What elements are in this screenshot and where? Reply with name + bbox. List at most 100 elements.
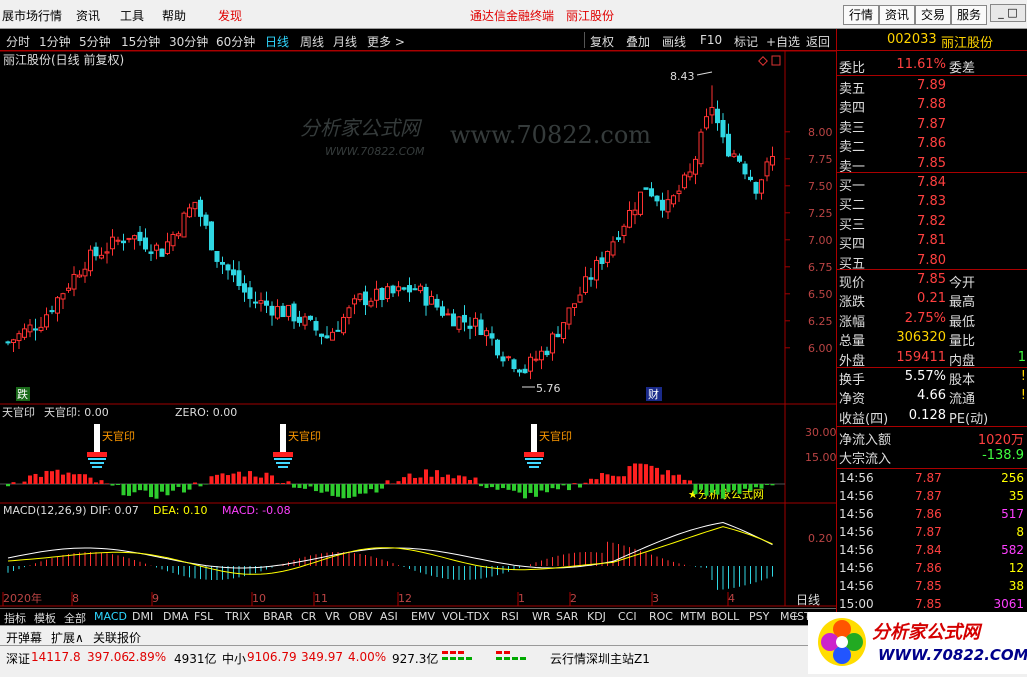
danmaku-button[interactable]: 开弹幕 bbox=[6, 629, 42, 646]
indicator1-bar-up bbox=[55, 469, 60, 484]
indicator1-bar-up bbox=[105, 483, 109, 484]
indicator-tab-macd[interactable]: MACD bbox=[94, 610, 127, 623]
indicator-tab-trix[interactable]: TRIX bbox=[225, 610, 250, 623]
overlay-button[interactable]: 叠加 bbox=[626, 33, 650, 50]
indicator-tab-vr[interactable]: VR bbox=[325, 610, 340, 623]
stat-row[interactable]: 涨跌 0.21 最高 bbox=[837, 290, 1027, 310]
indicator-tab-fsl[interactable]: FSL bbox=[194, 610, 213, 623]
indicator-tab-[interactable]: 指标 bbox=[4, 610, 26, 626]
candle-body bbox=[16, 333, 22, 342]
minimize-icon[interactable]: _ bbox=[998, 6, 1004, 19]
candle-body bbox=[291, 303, 297, 322]
buy-level-row[interactable]: 买四 7.81 bbox=[837, 232, 1027, 252]
period-more[interactable]: 更多 > bbox=[367, 33, 405, 50]
indicator-tab-sar[interactable]: SAR bbox=[556, 610, 578, 623]
period-30min[interactable]: 30分钟 bbox=[169, 33, 208, 50]
menu-discover[interactable]: 发现 bbox=[218, 7, 242, 24]
indicator-tab-brar[interactable]: BRAR bbox=[263, 610, 293, 623]
add-watchlist-button[interactable]: +自选 bbox=[766, 33, 800, 50]
indicator-tab-cci[interactable]: CCI bbox=[618, 610, 637, 623]
indicator-tab-rsi[interactable]: RSI bbox=[501, 610, 519, 623]
indicator-tab-[interactable]: 全部 bbox=[64, 610, 86, 626]
menu-market[interactable]: 展市场行情 bbox=[2, 7, 62, 24]
window-controls[interactable]: _ □ bbox=[990, 4, 1026, 22]
period-intraday[interactable]: 分时 bbox=[6, 33, 30, 50]
kline-chart-area[interactable]: 丽江股份(日线 前复权) 分析家公式网 www.70822.com WWW.70… bbox=[0, 51, 836, 608]
indicator-tab-roc[interactable]: ROC bbox=[649, 610, 673, 623]
candle-body bbox=[225, 264, 231, 271]
back-button[interactable]: 返回 bbox=[806, 33, 830, 50]
mark-button[interactable]: 标记 bbox=[734, 33, 758, 50]
indicator1-bar-down bbox=[187, 484, 192, 490]
stat-row[interactable]: 外盘 159411 内盘 1 bbox=[837, 349, 1027, 369]
sell-level-row[interactable]: 卖五 7.89 bbox=[837, 77, 1027, 97]
indicator-tab-dma[interactable]: DMA bbox=[163, 610, 189, 623]
macd-name[interactable]: MACD(12,26,9) bbox=[3, 504, 87, 517]
period-1min[interactable]: 1分钟 bbox=[39, 33, 71, 50]
fund-flow-row[interactable]: 大宗流入 -138.9 bbox=[837, 447, 1027, 467]
stat-value: 7.85 bbox=[917, 272, 946, 287]
chart-corner-box-icon[interactable] bbox=[771, 55, 781, 66]
indicator-tab-mtm[interactable]: MTM bbox=[680, 610, 706, 623]
period-monthly[interactable]: 月线 bbox=[333, 33, 357, 50]
indicator-tab-asi[interactable]: ASI bbox=[380, 610, 398, 623]
indicator1-bar-up bbox=[688, 480, 692, 484]
maximize-icon[interactable]: □ bbox=[1007, 6, 1017, 19]
buy-level-row[interactable]: 买五 7.80 bbox=[837, 252, 1027, 272]
tick-price: 7.87 bbox=[915, 489, 942, 503]
sell-level-row[interactable]: 卖一 7.85 bbox=[837, 155, 1027, 175]
f10-button[interactable]: F10 bbox=[700, 33, 722, 47]
stat-row[interactable]: 总量 306320 量比 bbox=[837, 329, 1027, 349]
candle-body bbox=[187, 207, 192, 218]
stat-extra-value: 0.128 bbox=[908, 407, 946, 423]
stat-extra-row[interactable]: 收益(四) 0.128 PE(动) bbox=[837, 407, 1027, 427]
candle-body bbox=[742, 163, 748, 175]
indicator-tab-boll[interactable]: BOLL bbox=[711, 610, 739, 623]
macd-dif: DIF: 0.07 bbox=[90, 504, 139, 517]
menu-help[interactable]: 帮助 bbox=[162, 7, 186, 24]
indicator-tab-dmi[interactable]: DMI bbox=[132, 610, 153, 623]
quote-button[interactable]: 行情 bbox=[843, 5, 880, 25]
buy-level-row[interactable]: 买三 7.82 bbox=[837, 213, 1027, 233]
indicator-tab-[interactable]: 模板 bbox=[34, 610, 56, 626]
stat-extra-row[interactable]: 净资 4.66 流通! bbox=[837, 387, 1027, 407]
indicator-tab-voltdx[interactable]: VOL-TDX bbox=[442, 610, 490, 623]
draw-button[interactable]: 画线 bbox=[662, 33, 686, 50]
indicator-tab-psy[interactable]: PSY bbox=[749, 610, 769, 623]
period-60min[interactable]: 60分钟 bbox=[216, 33, 255, 50]
tab-add-icon[interactable]: + bbox=[790, 610, 799, 623]
buy-level-row[interactable]: 买二 7.83 bbox=[837, 193, 1027, 213]
news-button[interactable]: 资讯 bbox=[879, 5, 916, 25]
adjust-button[interactable]: 复权 bbox=[590, 33, 614, 50]
stat-extra-row[interactable]: 换手 5.57% 股本! bbox=[837, 368, 1027, 388]
trade-button[interactable]: 交易 bbox=[915, 5, 952, 25]
period-weekly[interactable]: 周线 bbox=[300, 33, 324, 50]
period-5min[interactable]: 5分钟 bbox=[79, 33, 111, 50]
indicator1-name[interactable]: 天官印 bbox=[2, 405, 35, 419]
indicator-tab-obv[interactable]: OBV bbox=[349, 610, 372, 623]
sell-level-row[interactable]: 卖二 7.86 bbox=[837, 135, 1027, 155]
indicator-tab-cr[interactable]: CR bbox=[301, 610, 316, 623]
indicator1-bar-down bbox=[110, 484, 115, 486]
indicator-tab-emv[interactable]: EMV bbox=[411, 610, 435, 623]
menu-news[interactable]: 资讯 bbox=[76, 7, 100, 24]
stat-row[interactable]: 涨幅 2.75% 最低 bbox=[837, 310, 1027, 330]
expand-button[interactable]: 扩展∧ bbox=[51, 629, 84, 646]
stat-row[interactable]: 现价 7.85 今开 bbox=[837, 271, 1027, 291]
indicator-tab-wr[interactable]: WR bbox=[532, 610, 551, 623]
period-daily[interactable]: 日线 bbox=[265, 33, 289, 50]
sell-level-row[interactable]: 卖三 7.87 bbox=[837, 116, 1027, 136]
sme-index-label[interactable]: 中小 bbox=[222, 650, 246, 667]
buy-level-row[interactable]: 买一 7.84 bbox=[837, 174, 1027, 194]
related-quote-button[interactable]: 关联报价 bbox=[93, 629, 141, 646]
period-15min[interactable]: 15分钟 bbox=[121, 33, 160, 50]
service-button[interactable]: 服务 bbox=[951, 5, 988, 25]
indicator1-bar-down bbox=[561, 484, 566, 486]
server-name[interactable]: 云行情深圳主站Z1 bbox=[550, 650, 650, 667]
menu-tools[interactable]: 工具 bbox=[120, 7, 144, 24]
fund-flow-row[interactable]: 净流入额 1020万 bbox=[837, 428, 1027, 448]
sz-index-label[interactable]: 深证 bbox=[6, 650, 30, 667]
indicator-tab-kdj[interactable]: KDJ bbox=[587, 610, 606, 623]
tick-time: 14:56 bbox=[839, 471, 874, 485]
sell-level-row[interactable]: 卖四 7.88 bbox=[837, 96, 1027, 116]
